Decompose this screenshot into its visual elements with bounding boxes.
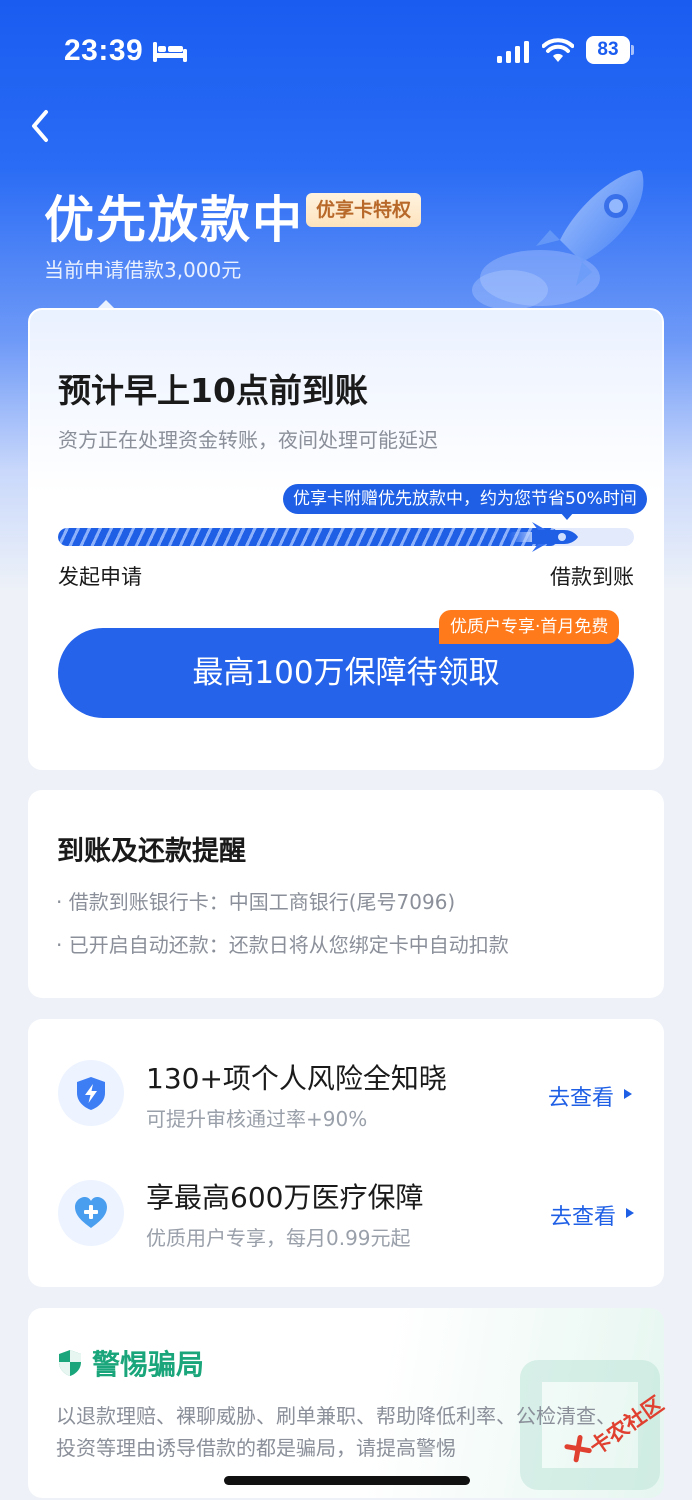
eta-description: 资方正在处理资金转账，夜间处理可能延迟: [58, 428, 438, 452]
eta-title: 预计早上10点前到账: [58, 371, 368, 410]
view-medical-link[interactable]: 去查看: [550, 1199, 616, 1231]
service-title-medical: 享最高600万医疗保障: [146, 1181, 424, 1214]
cta-promo-badge: 优质户专享·首月免费: [439, 610, 620, 644]
reminder-title: 到账及还款提醒: [57, 836, 246, 867]
shield-icon: [59, 1350, 81, 1376]
priority-tooltip: 优享卡附赠优先放款中，约为您节省50%时间: [283, 484, 647, 514]
bed-icon: [153, 42, 187, 62]
status-time: 23:39: [64, 34, 144, 67]
service-title-risk: 130+项个人风险全知晓: [146, 1062, 447, 1095]
service-subtitle-medical: 优质用户专享，每月0.99元起: [146, 1226, 411, 1250]
view-risk-link[interactable]: 去查看: [548, 1080, 614, 1112]
chevron-left-icon[interactable]: [26, 106, 56, 146]
service-subtitle-risk: 可提升审核通过率+90%: [146, 1107, 368, 1131]
loan-amount-subtitle: 当前申请借款3,000元: [44, 258, 242, 282]
privilege-badge: 优享卡特权: [306, 193, 422, 227]
page-title: 优先放款中: [44, 191, 304, 249]
progress-start-label: 发起申请: [58, 565, 142, 589]
rocket-illustration: [472, 170, 644, 310]
triangle-right-icon: [626, 1208, 634, 1218]
progress-fill: [58, 528, 560, 546]
battery-icon: 83: [586, 36, 634, 64]
status-bar: 23:39 83: [0, 0, 692, 100]
wifi-icon: [542, 38, 574, 62]
tooltip-tail: [560, 512, 574, 520]
signal-icon: [497, 41, 529, 63]
battery-level: 83: [586, 36, 630, 64]
warning-title: 警惕骗局: [92, 1348, 205, 1381]
heart-plus-icon: [75, 1197, 107, 1228]
home-indicator[interactable]: [224, 1476, 470, 1485]
reminder-item-auto-repay: · 已开启自动还款：还款日将从您绑定卡中自动扣款: [56, 933, 509, 957]
service-icon-wrap: [58, 1180, 124, 1246]
progress-end-label: 借款到账: [550, 565, 634, 589]
triangle-right-icon: [624, 1089, 632, 1099]
reminder-item-bank-card: · 借款到账银行卡：中国工商银行(尾号7096): [56, 890, 456, 914]
battery-tip: [631, 45, 634, 55]
rocket-icon: [508, 522, 578, 552]
warning-body: 以退款理赔、裸聊威胁、刷单兼职、帮助降低利率、公检清查、投资等理由诱导借款的都是…: [56, 1404, 616, 1460]
service-icon-wrap: [58, 1060, 124, 1126]
shield-lightning-icon: [77, 1077, 105, 1110]
